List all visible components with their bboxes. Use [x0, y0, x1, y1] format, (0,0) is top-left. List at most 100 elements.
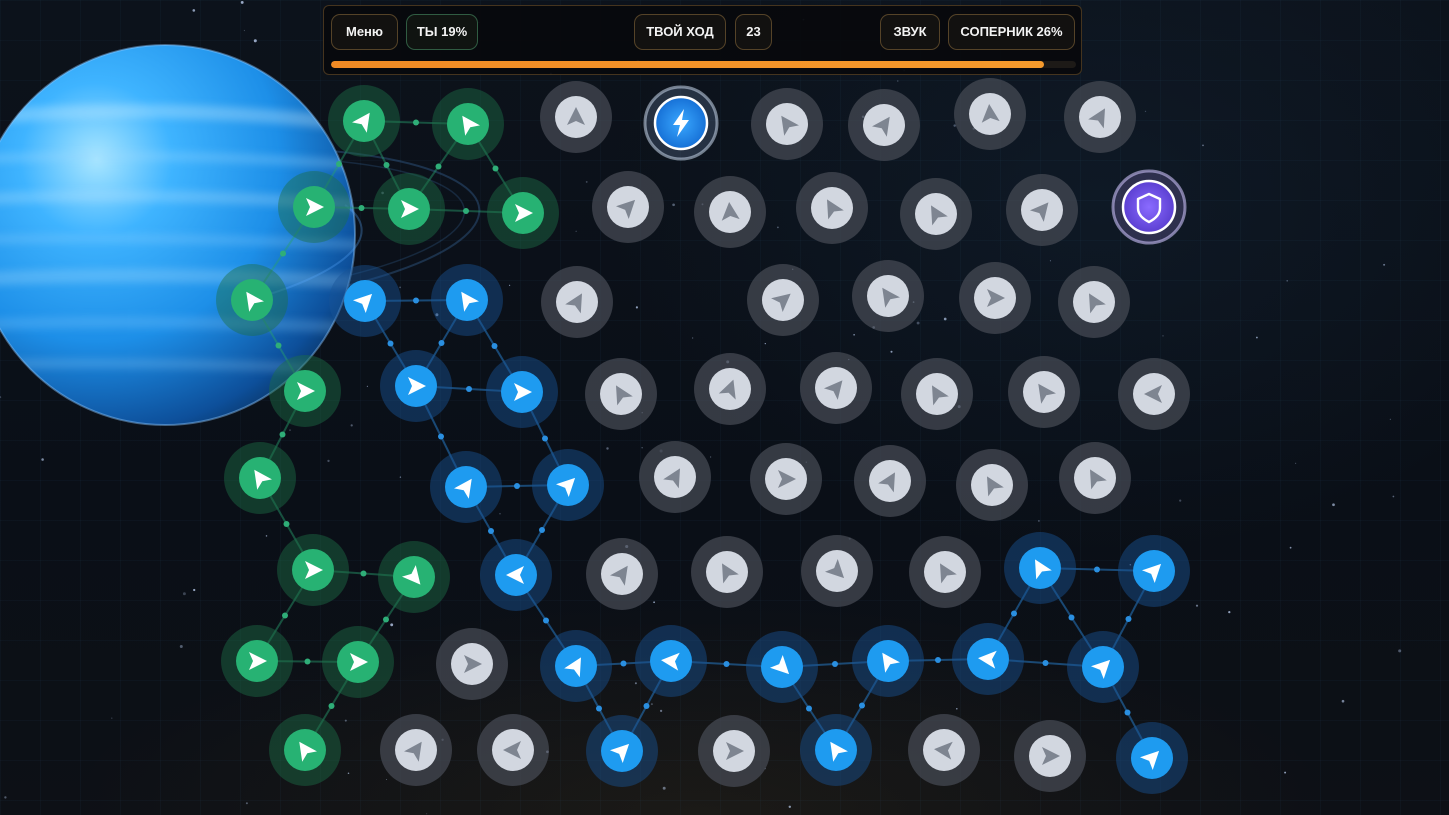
- neutral-node[interactable]: [908, 714, 980, 786]
- green-node[interactable]: [278, 171, 350, 243]
- neutral-node[interactable]: [901, 358, 973, 430]
- green-node[interactable]: [487, 177, 559, 249]
- neutral-node[interactable]: [909, 536, 981, 608]
- blue-node[interactable]: [800, 714, 872, 786]
- link-dot: [387, 340, 394, 347]
- neutral-node[interactable]: [1118, 358, 1190, 430]
- neutral-node[interactable]: [750, 443, 822, 515]
- neutral-node[interactable]: [477, 714, 549, 786]
- neutral-node[interactable]: [1006, 174, 1078, 246]
- link-dot: [413, 297, 419, 304]
- link-dot: [463, 208, 469, 214]
- neutral-node[interactable]: [1058, 266, 1130, 338]
- neutral-node[interactable]: [540, 81, 612, 153]
- blue-node[interactable]: [486, 356, 558, 428]
- blue-node[interactable]: [1116, 722, 1188, 794]
- link-dot: [466, 386, 472, 392]
- link-dot: [488, 528, 494, 534]
- neutral-node[interactable]: [694, 176, 766, 248]
- neutral-node[interactable]: [1008, 356, 1080, 428]
- blue-node[interactable]: [431, 264, 503, 336]
- link-dot: [542, 435, 548, 442]
- green-node[interactable]: [378, 541, 450, 613]
- neutral-node[interactable]: [852, 260, 924, 332]
- green-node[interactable]: [328, 85, 400, 157]
- link-dot: [596, 705, 602, 712]
- neutral-node[interactable]: [956, 449, 1028, 521]
- link-dot: [280, 250, 286, 257]
- link-dot: [358, 205, 365, 211]
- link-dot: [1125, 616, 1132, 622]
- green-node[interactable]: [224, 442, 296, 514]
- link-dot: [1068, 614, 1075, 621]
- link-dot: [643, 703, 650, 709]
- link-dot: [383, 616, 389, 623]
- neutral-node[interactable]: [436, 628, 508, 700]
- neutral-node[interactable]: [900, 178, 972, 250]
- neutral-node[interactable]: [1014, 720, 1086, 792]
- neutral-node[interactable]: [801, 535, 873, 607]
- blue-node[interactable]: [586, 715, 658, 787]
- link-dot: [413, 119, 419, 126]
- green-node[interactable]: [269, 714, 341, 786]
- neutral-node[interactable]: [691, 536, 763, 608]
- blue-node[interactable]: [430, 451, 502, 523]
- blue-node[interactable]: [1067, 631, 1139, 703]
- blue-node[interactable]: [746, 631, 818, 703]
- link-dot: [383, 162, 390, 168]
- link-dot: [859, 702, 865, 709]
- blue-node[interactable]: [480, 539, 552, 611]
- neutral-node[interactable]: [751, 88, 823, 160]
- neutral-node[interactable]: [954, 78, 1026, 150]
- neutral-node[interactable]: [585, 358, 657, 430]
- link-dot: [304, 658, 311, 665]
- sound-toggle-button[interactable]: ЗВУК: [880, 14, 940, 50]
- neutral-node[interactable]: [796, 172, 868, 244]
- green-node[interactable]: [216, 264, 288, 336]
- link-dot: [282, 612, 288, 619]
- blue-node[interactable]: [952, 623, 1024, 695]
- blue-node[interactable]: [635, 625, 707, 697]
- link-dot: [438, 433, 444, 440]
- powerup-node[interactable]: [643, 85, 719, 161]
- neutral-node[interactable]: [380, 714, 452, 786]
- green-node[interactable]: [322, 626, 394, 698]
- link-dot: [832, 661, 838, 667]
- menu-button[interactable]: Меню: [331, 14, 398, 50]
- green-node[interactable]: [221, 625, 293, 697]
- neutral-node[interactable]: [592, 171, 664, 243]
- green-node[interactable]: [269, 355, 341, 427]
- neutral-node[interactable]: [639, 441, 711, 513]
- neutral-node[interactable]: [854, 445, 926, 517]
- turn-indicator: ТВОЙ ХОД: [634, 14, 726, 50]
- neutral-node[interactable]: [1059, 442, 1131, 514]
- blue-node[interactable]: [1004, 532, 1076, 604]
- neutral-node[interactable]: [586, 538, 658, 610]
- neutral-node[interactable]: [848, 89, 920, 161]
- neutral-node[interactable]: [747, 264, 819, 336]
- blue-node[interactable]: [1118, 535, 1190, 607]
- link-dot: [514, 483, 520, 489]
- link-dot: [539, 527, 545, 533]
- blue-node[interactable]: [380, 350, 452, 422]
- blue-node[interactable]: [329, 265, 401, 337]
- link-dot: [438, 340, 445, 346]
- neutral-node[interactable]: [1064, 81, 1136, 153]
- green-node[interactable]: [432, 88, 504, 160]
- green-node[interactable]: [277, 534, 349, 606]
- blue-node[interactable]: [852, 625, 924, 697]
- neutral-node[interactable]: [541, 266, 613, 338]
- link-dot: [328, 703, 335, 709]
- neutral-node[interactable]: [694, 353, 766, 425]
- progress-bar-fill: [331, 61, 1044, 68]
- player-score-badge: ТЫ 19%: [406, 14, 478, 50]
- opponent-score-badge: СОПЕРНИК 26%: [948, 14, 1075, 50]
- blue-node[interactable]: [540, 630, 612, 702]
- blue-node[interactable]: [532, 449, 604, 521]
- neutral-node[interactable]: [800, 352, 872, 424]
- link-dot: [492, 165, 499, 172]
- green-node[interactable]: [373, 173, 445, 245]
- neutral-node[interactable]: [698, 715, 770, 787]
- neutral-node[interactable]: [959, 262, 1031, 334]
- shield-node[interactable]: [1111, 169, 1187, 245]
